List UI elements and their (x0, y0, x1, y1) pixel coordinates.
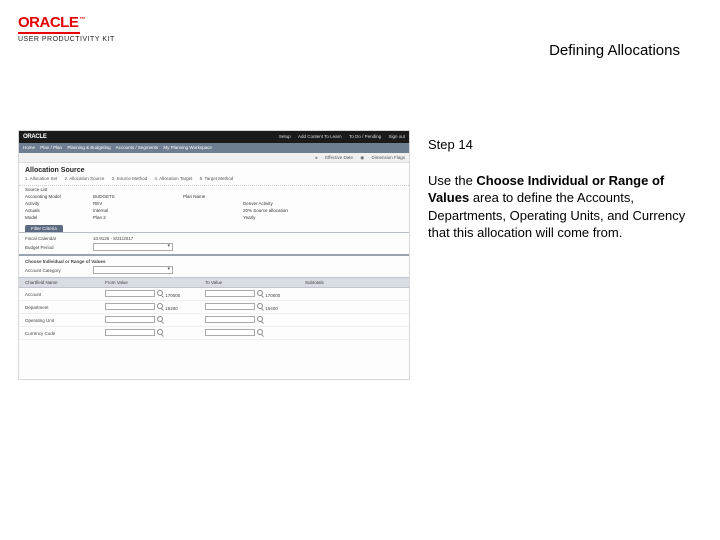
dropdown-icon[interactable] (93, 266, 173, 274)
ss-field-row: ModelPlan 2Yearly (19, 214, 409, 221)
ss-grid-row: Department 15200 15400 (19, 301, 409, 314)
dropdown-icon[interactable] (93, 243, 173, 251)
ss-brand: ORACLE (23, 131, 47, 143)
ss-field-row: ActualsInternal20% Source allocation (19, 207, 409, 214)
ss-grid-header: Chartfield Name From Value To Value Subt… (19, 277, 409, 288)
search-icon[interactable] (157, 316, 164, 323)
oracle-logo: ORACLE™ (18, 14, 115, 34)
ss-tab[interactable]: Filter Criteria (25, 225, 63, 232)
from-input[interactable] (105, 303, 155, 310)
search-icon[interactable] (157, 303, 164, 310)
ss-field-row: Source List (19, 186, 409, 193)
from-input[interactable] (105, 290, 155, 297)
search-icon[interactable] (257, 329, 264, 336)
ss-nav-left: Home Plan / Plan Planning & Budgeting Ac… (23, 143, 216, 153)
ss-section-title: Allocation Source (19, 163, 409, 176)
ss-top-menu: Setup Add Content To Learn To Do / Pendi… (273, 131, 405, 143)
embedded-screenshot: ORACLE Setup Add Content To Learn To Do … (18, 130, 410, 380)
search-icon[interactable] (257, 316, 264, 323)
to-input[interactable] (205, 316, 255, 323)
search-icon[interactable] (257, 303, 264, 310)
from-input[interactable] (105, 329, 155, 336)
from-input[interactable] (105, 316, 155, 323)
upk-label: USER PRODUCTIVITY KIT (18, 36, 115, 43)
ss-steps: 1. Allocation Set 2. Allocation Source 3… (19, 176, 409, 186)
ss-subnav: ▸ Effective Date ◉ Dimension Flags (19, 153, 409, 163)
ss-grid-row: Currency Code (19, 327, 409, 340)
ss-panel2-title: Choose Individual or Range of Values (25, 258, 403, 265)
ss-field-row: ActivityREVDenver Activity (19, 200, 409, 207)
ss-grid-row: Operating Unit (19, 314, 409, 327)
to-input[interactable] (205, 329, 255, 336)
ss-grid-row: Account 170000 170000 (19, 288, 409, 301)
search-icon[interactable] (157, 329, 164, 336)
search-icon[interactable] (157, 290, 164, 297)
to-input[interactable] (205, 290, 255, 297)
to-input[interactable] (205, 303, 255, 310)
page-title: Defining Allocations (549, 42, 680, 59)
search-icon[interactable] (257, 290, 264, 297)
step-label: Step 14 (428, 136, 698, 154)
step-description: Use the Choose Individual or Range of Va… (428, 172, 698, 242)
ss-field-row: Accounting ModelBUDGETSPlan Name (19, 193, 409, 200)
